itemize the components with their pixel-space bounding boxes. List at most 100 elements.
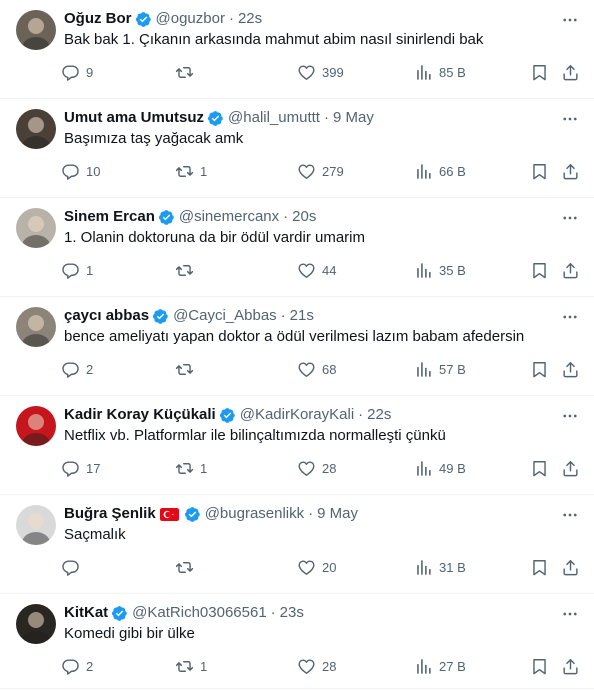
share-button[interactable] (561, 555, 580, 579)
handle[interactable]: @halil_umuttt (228, 108, 320, 128)
avatar[interactable] (16, 307, 56, 347)
timestamp[interactable]: 22s (238, 9, 262, 29)
reply-icon (62, 163, 79, 180)
reply-button[interactable]: 10 (61, 159, 100, 183)
timestamp[interactable]: 22s (367, 405, 391, 425)
timestamp[interactable]: 23s (280, 603, 304, 623)
retweet-button[interactable] (175, 258, 200, 282)
tweet[interactable]: Umut ama Umutsuz @halil_umuttt · 9 May B… (0, 99, 594, 198)
avatar[interactable] (16, 505, 56, 545)
retweet-button[interactable] (175, 555, 200, 579)
like-button[interactable]: 20 (297, 555, 336, 579)
display-name[interactable]: KitKat (64, 603, 108, 623)
action-bar: 2 1 28 27 B (61, 654, 582, 678)
views-button[interactable]: 57 B (414, 357, 466, 381)
more-icon[interactable] (560, 505, 580, 525)
reply-icon (62, 64, 79, 81)
bookmark-button[interactable] (530, 555, 549, 579)
handle[interactable]: @oguzbor (156, 9, 225, 29)
handle[interactable]: @bugrasenlikk (205, 504, 304, 524)
tweet[interactable]: Kadir Koray Küçükali @KadirKorayKali · 2… (0, 396, 594, 495)
retweet-button[interactable]: 1 (175, 654, 207, 678)
bookmark-button[interactable] (530, 456, 549, 480)
tweet[interactable]: çaycı abbas @Cayci_Abbas · 21s bence ame… (0, 297, 594, 396)
separator-dot: · (228, 10, 234, 27)
avatar[interactable] (16, 604, 56, 644)
more-icon[interactable] (560, 604, 580, 624)
views-button[interactable]: 49 B (414, 456, 466, 480)
reply-button[interactable]: 17 (61, 456, 100, 480)
timestamp[interactable]: 21s (290, 306, 314, 326)
share-icon (563, 559, 578, 575)
avatar[interactable] (16, 10, 56, 50)
handle[interactable]: @KadirKorayKali (240, 405, 354, 425)
share-button[interactable] (561, 456, 580, 480)
tweet[interactable]: KitKat @KatRich03066561 · 23s Komedi gib… (0, 594, 594, 689)
reply-button[interactable]: 1 (61, 258, 93, 282)
views-icon (417, 262, 431, 278)
display-name[interactable]: Oğuz Bor (64, 9, 132, 29)
more-icon[interactable] (560, 307, 580, 327)
avatar[interactable] (16, 109, 56, 149)
reply-button[interactable] (61, 555, 86, 579)
like-button[interactable]: 399 (297, 60, 344, 84)
views-button[interactable]: 66 B (414, 159, 466, 183)
separator-dot: · (283, 208, 289, 225)
retweet-button[interactable] (175, 60, 200, 84)
display-name[interactable]: Kadir Koray Küçükali (64, 405, 216, 425)
tweet-text: Saçmalık (64, 526, 126, 543)
avatar[interactable] (16, 406, 56, 446)
display-name[interactable]: çaycı abbas (64, 306, 149, 326)
like-button[interactable]: 28 (297, 654, 336, 678)
tweet[interactable]: Oğuz Bor @oguzbor · 22s Bak bak 1. Çıkan… (0, 0, 594, 99)
bookmark-button[interactable] (530, 654, 549, 678)
display-name[interactable]: Buğra Şenlik (64, 504, 156, 524)
retweet-button[interactable]: 1 (175, 159, 207, 183)
tweet[interactable]: Sinem Ercan @sinemercanx · 20s 1. Olanin… (0, 198, 594, 297)
reply-button[interactable]: 9 (61, 60, 93, 84)
share-button[interactable] (561, 60, 580, 84)
share-button[interactable] (561, 159, 580, 183)
avatar[interactable] (16, 208, 56, 248)
timestamp[interactable]: 20s (292, 207, 316, 227)
bookmark-button[interactable] (530, 258, 549, 282)
views-button[interactable]: 85 B (414, 60, 466, 84)
like-icon (298, 163, 315, 179)
more-icon[interactable] (560, 208, 580, 228)
display-name[interactable]: Umut ama Umutsuz (64, 108, 204, 128)
retweet-icon (175, 165, 194, 177)
share-button[interactable] (561, 357, 580, 381)
verified-badge-icon (184, 506, 200, 522)
views-icon (417, 361, 431, 377)
more-icon[interactable] (560, 109, 580, 129)
tweet[interactable]: Buğra Şenlik @bugrasenlikk · 9 May Saçma… (0, 495, 594, 594)
views-button[interactable]: 35 B (414, 258, 466, 282)
share-button[interactable] (561, 258, 580, 282)
tweet-header: çaycı abbas @Cayci_Abbas · 21s (64, 306, 582, 326)
handle[interactable]: @sinemercanx (179, 207, 279, 227)
bookmark-button[interactable] (530, 159, 549, 183)
like-button[interactable]: 28 (297, 456, 336, 480)
reply-button[interactable]: 2 (61, 654, 93, 678)
handle[interactable]: @Cayci_Abbas (173, 306, 277, 326)
verified-badge-icon (135, 11, 151, 27)
retweet-button[interactable]: 1 (175, 456, 207, 480)
like-button[interactable]: 279 (297, 159, 344, 183)
more-icon[interactable] (560, 10, 580, 30)
display-name[interactable]: Sinem Ercan (64, 207, 155, 227)
views-button[interactable]: 31 B (414, 555, 466, 579)
tweet-text: 1. Olanin doktoruna da bir ödül vardir u… (64, 229, 365, 246)
like-button[interactable]: 68 (297, 357, 336, 381)
timestamp[interactable]: 9 May (333, 108, 374, 128)
timestamp[interactable]: 9 May (317, 504, 358, 524)
reply-button[interactable]: 2 (61, 357, 93, 381)
share-button[interactable] (561, 654, 580, 678)
views-button[interactable]: 27 B (414, 654, 466, 678)
bookmark-button[interactable] (530, 60, 549, 84)
like-button[interactable]: 44 (297, 258, 336, 282)
retweet-button[interactable] (175, 357, 200, 381)
bookmark-button[interactable] (530, 357, 549, 381)
more-icon[interactable] (560, 406, 580, 426)
handle[interactable]: @KatRich03066561 (132, 603, 267, 623)
tweet-text: Başımıza taş yağacak amk (64, 130, 244, 147)
